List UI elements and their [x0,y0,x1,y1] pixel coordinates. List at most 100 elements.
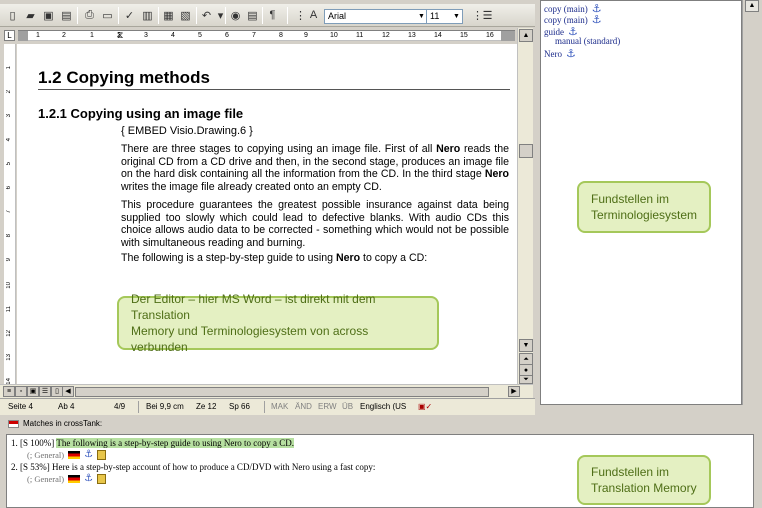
paragraph: This procedure guarantees the greatest p… [121,199,509,249]
status-pages: 4/9 [114,402,126,411]
horizontal-scroll-thumb[interactable] [75,387,489,397]
ruler-number: 13 [408,32,416,39]
german-flag-icon [68,474,81,483]
ruler-number: 3 [144,32,148,39]
ruler-number: 11 [356,32,364,39]
tab-selector[interactable]: L [4,30,15,41]
ruler-number: 10 [6,282,12,289]
ruler-number: 4 [171,32,175,39]
line-spacing-icon[interactable]: ☰ [479,7,496,23]
print-icon[interactable]: ⎙ [81,7,98,23]
ruler-number: 5 [6,162,12,166]
match-meta: (; General) ⚓ [27,449,107,460]
show-formatting-icon[interactable]: ¶ [264,7,281,23]
formatting-toolbar: ▯ ▰ ▣ ▤ ⎙ ▭ ✓ ▥ ▦ ▧ ↶ ▾ ◉ ▤ ¶ ⋮ A Arial … [0,4,535,27]
heading-2: 1.2.1 Copying using an image file [38,106,244,121]
crosstank-header: Matches in crossTank: [0,416,762,433]
status-track-changes[interactable]: ÄND [295,402,312,411]
ruler-number: 12 [6,330,12,337]
new-document-icon[interactable]: ▯ [4,7,21,23]
status-extend[interactable]: ERW [318,402,337,411]
print-view-button[interactable]: ▣ [27,386,39,397]
match-item[interactable]: 2. [S 53%] Here is a step-by-step accoun… [11,462,375,472]
style-icon[interactable]: A [305,7,322,23]
term-entry[interactable]: manual (standard) [555,36,620,46]
format-painter-icon[interactable]: ▧ [177,7,194,23]
indent-marker-icon[interactable]: ⧖ [117,30,123,40]
hyperlink-icon[interactable]: ◉ [227,7,244,23]
paste-icon[interactable]: ▦ [160,7,177,23]
print-preview-icon[interactable]: ▭ [99,7,116,23]
permission-icon[interactable]: ▤ [58,7,75,23]
status-language[interactable]: Englisch (US [360,402,406,411]
scroll-thumb[interactable] [519,144,533,158]
ruler-number: 1 [90,32,94,39]
spellcheck-icon[interactable]: ✓ [121,7,138,23]
scroll-down-button[interactable]: ▼ [519,339,533,352]
ruler-number: 8 [279,32,283,39]
anchor-icon[interactable]: ⚓ [84,473,93,484]
scroll-left-button[interactable]: ◀ [62,386,74,397]
normal-view-button[interactable]: ≡ [3,386,15,397]
horizontal-ruler-row: L 1 2 1 2 3 4 5 6 7 8 9 10 11 12 13 14 1… [0,28,535,43]
scroll-right-button[interactable]: ▶ [508,386,520,397]
vertical-scrollbar[interactable]: ▲ ▼ ⏶ ● ⏷ [517,28,533,385]
save-icon[interactable]: ▣ [40,7,57,23]
ruler-number: 7 [252,32,256,39]
ruler-number: 7 [6,210,12,214]
status-overtype[interactable]: ÜB [342,402,353,411]
status-bar: Seite 4 Ab 4 4/9 Bei 9,9 cm Ze 12 Sp 66 … [0,398,535,415]
heading-underline [38,89,510,90]
status-position: Bei 9,9 cm [146,402,184,411]
ruler-number: 11 [6,306,12,313]
ruler-number: 13 [6,354,12,361]
status-line: Ze 12 [196,402,217,411]
table-icon[interactable]: ▤ [244,7,261,23]
font-name-select[interactable]: Arial ▼ [324,9,428,24]
ruler-number: 10 [330,32,338,39]
ruler-number: 6 [225,32,229,39]
ruler-number: 9 [6,258,12,262]
german-flag-icon [68,450,81,459]
research-icon[interactable]: ▥ [139,7,156,23]
ruler-number: 4 [6,138,12,142]
ruler-number: 1 [6,66,12,70]
match-item[interactable]: 1. [S 100%] The following is a step-by-s… [11,438,295,448]
spelling-status-icon[interactable]: ▣✓ [418,402,432,411]
ruler-number: 3 [6,114,12,118]
horizontal-scrollbar-row: ≡ ▫ ▣ ☰ ▯ ◀ ▶ [0,384,533,398]
ruler-number: 8 [6,234,12,238]
font-name-value: Arial [328,11,347,21]
open-folder-icon[interactable]: ▰ [22,7,39,23]
status-macro-record[interactable]: MAK [271,402,288,411]
crosstank-icon [8,420,19,428]
callout-translation-memory: Fundstellen im Translation Memory [577,455,711,505]
paragraph: The following is a step-by-step guide to… [121,252,428,264]
chevron-down-icon[interactable]: ▼ [452,11,461,22]
ruler-number: 2 [6,90,12,94]
crosstank-title: Matches in crossTank: [23,419,103,428]
heading-1: 1.2 Copying methods [38,68,210,87]
ruler-number: 12 [382,32,390,39]
embed-field-code: { EMBED Visio.Drawing.6 } [121,125,253,137]
document-icon[interactable] [97,449,107,460]
match-meta: (; General) ⚓ [27,473,107,484]
font-size-select[interactable]: 11 ▼ [426,9,463,24]
anchor-icon[interactable]: ⚓ [84,449,93,460]
document-icon[interactable] [97,473,107,484]
anchor-icon[interactable]: ⚓ [566,47,576,60]
scroll-up-button[interactable]: ▲ [745,0,759,12]
anchor-icon[interactable]: ⚓ [592,13,602,26]
ruler-number: 5 [198,32,202,39]
terminology-scrollbar[interactable]: ▲ [742,0,760,405]
vertical-ruler[interactable]: 1 2 3 4 5 6 7 8 9 10 11 12 13 14 [4,44,16,385]
horizontal-ruler[interactable]: 1 2 1 2 3 4 5 6 7 8 9 10 11 12 13 14 15 … [18,30,515,41]
web-view-button[interactable]: ▫ [15,386,27,397]
outline-view-button[interactable]: ☰ [39,386,51,397]
chevron-down-icon[interactable]: ▼ [417,11,426,22]
scroll-up-button[interactable]: ▲ [519,29,533,42]
ruler-number: 9 [304,32,308,39]
font-size-value: 11 [430,11,440,21]
term-entry[interactable]: Nero ⚓ [544,47,576,60]
next-page-button[interactable]: ⏷ [519,375,533,384]
